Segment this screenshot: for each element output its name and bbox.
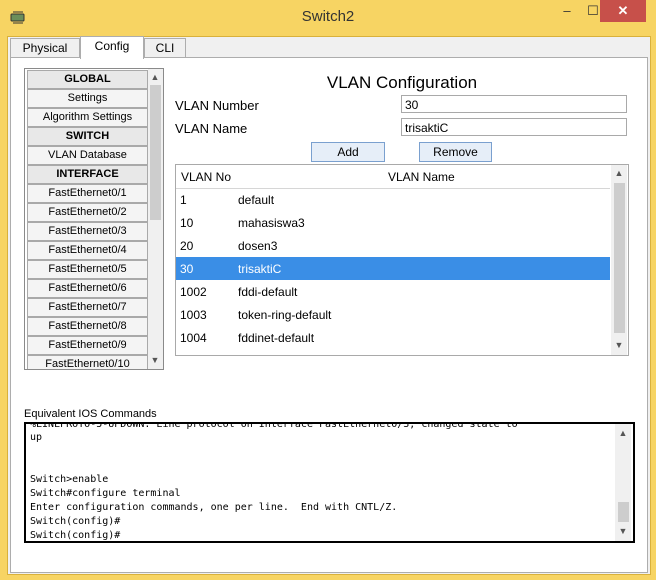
sidebar-item-settings[interactable]: Settings <box>27 89 148 108</box>
vlan-name-label: VLAN Name <box>175 121 248 136</box>
remove-button[interactable]: Remove <box>419 142 492 162</box>
vlan-no-cell: 10 <box>180 216 194 230</box>
vlan-table-scroll-thumb[interactable] <box>614 183 625 333</box>
vlan-name-cell: dosen3 <box>238 239 278 253</box>
console-scroll-thumb[interactable] <box>618 502 629 522</box>
vlan-name-cell: fddi-default <box>238 285 298 299</box>
vlan-number-label: VLAN Number <box>175 98 259 113</box>
sidebar-header-global: GLOBAL <box>27 70 148 89</box>
vlan-no-cell: 20 <box>180 239 194 253</box>
console-line: Switch#configure terminal <box>30 488 181 499</box>
close-button[interactable]: ✕ <box>600 0 646 22</box>
ios-commands-label: Equivalent IOS Commands <box>24 408 157 420</box>
console-line: %LINEPROTO-5-UPDOWN: Line protocol on In… <box>30 422 518 430</box>
scroll-up-icon[interactable]: ▲ <box>148 70 162 84</box>
tab-physical[interactable]: Physical <box>10 38 80 57</box>
vlan-config-title: VLAN Configuration <box>326 73 478 92</box>
console-line: up <box>30 432 43 443</box>
tab-config[interactable]: Config <box>80 36 144 59</box>
sidebar-scroll-thumb[interactable] <box>150 85 161 220</box>
console-line: Enter configuration commands, one per li… <box>30 502 398 513</box>
vlan-no-cell: 1004 <box>180 331 207 345</box>
vlan-table-header: VLAN No VLAN Name <box>176 165 610 189</box>
column-header-vlan-no[interactable]: VLAN No <box>181 170 231 184</box>
console-line: Switch>enable <box>30 474 109 485</box>
table-row[interactable]: 10 mahasiswa3 <box>176 211 610 234</box>
scroll-down-icon[interactable]: ▼ <box>612 338 626 352</box>
tab-cli[interactable]: CLI <box>144 38 186 57</box>
sidebar-item-fastethernet0-6[interactable]: FastEthernet0/6 <box>27 279 148 298</box>
vlan-no-cell: 1002 <box>180 285 207 299</box>
sidebar-item-fastethernet0-9[interactable]: FastEthernet0/9 <box>27 336 148 355</box>
sidebar-item-fastethernet0-4[interactable]: FastEthernet0/4 <box>27 241 148 260</box>
vlan-no-cell: 1003 <box>180 308 207 322</box>
config-panel: GLOBAL Settings Algorithm Settings SWITC… <box>10 57 648 573</box>
vlan-no-cell: 30 <box>180 262 194 276</box>
vlan-name-cell: mahasiswa3 <box>238 216 305 230</box>
console-line: Switch(config)# <box>30 516 121 527</box>
add-button[interactable]: Add <box>311 142 385 162</box>
column-header-vlan-name[interactable]: VLAN Name <box>388 170 455 184</box>
sidebar-item-fastethernet0-5[interactable]: FastEthernet0/5 <box>27 260 148 279</box>
vlan-name-field[interactable]: trisaktiC <box>401 118 627 136</box>
sidebar-header-switch: SWITCH <box>27 127 148 146</box>
console-line: Switch(config)# <box>30 530 121 541</box>
vlan-number-field[interactable]: 30 <box>401 95 627 113</box>
title-bar: Switch2 – ☐ ✕ <box>0 0 656 36</box>
table-row[interactable]: 1004 fddinet-default <box>176 326 610 349</box>
sidebar-item-fastethernet0-10[interactable]: FastEthernet0/10 <box>27 355 148 369</box>
sidebar-item-fastethernet0-7[interactable]: FastEthernet0/7 <box>27 298 148 317</box>
vlan-name-cell: fddinet-default <box>238 331 315 345</box>
console-scrollbar[interactable]: ▲ ▼ <box>615 424 631 541</box>
table-row[interactable]: 1002 fddi-default <box>176 280 610 303</box>
scroll-down-icon[interactable]: ▼ <box>616 524 630 538</box>
vlan-no-cell: 1 <box>180 193 187 207</box>
sidebar-header-interface: INTERFACE <box>27 165 148 184</box>
vlan-table-scrollbar[interactable]: ▲ ▼ <box>611 165 627 355</box>
sidebar-item-fastethernet0-3[interactable]: FastEthernet0/3 <box>27 222 148 241</box>
scroll-up-icon[interactable]: ▲ <box>616 426 630 440</box>
sidebar-item-fastethernet0-2[interactable]: FastEthernet0/2 <box>27 203 148 222</box>
sidebar-scrollbar[interactable]: ▲ ▼ <box>148 69 163 369</box>
vlan-name-cell: trisaktiC <box>238 262 282 276</box>
scroll-down-icon[interactable]: ▼ <box>148 353 162 367</box>
ios-console[interactable]: %LINEPROTO-5-UPDOWN: Line protocol on In… <box>24 422 635 543</box>
table-row[interactable]: 20 dosen3 <box>176 234 610 257</box>
window-client: Physical Config CLI GLOBAL Settings Algo… <box>7 36 651 575</box>
sidebar: GLOBAL Settings Algorithm Settings SWITC… <box>24 68 164 370</box>
sidebar-item-algorithm-settings[interactable]: Algorithm Settings <box>27 108 148 127</box>
scroll-up-icon[interactable]: ▲ <box>612 166 626 180</box>
vlan-table: VLAN No VLAN Name 1 default 10 mahasiswa… <box>175 164 629 356</box>
table-row[interactable]: 1003 token-ring-default <box>176 303 610 326</box>
table-row[interactable]: 1 default <box>176 188 610 211</box>
sidebar-item-fastethernet0-1[interactable]: FastEthernet0/1 <box>27 184 148 203</box>
vlan-name-cell: default <box>238 193 275 207</box>
table-row-selected[interactable]: 30 trisaktiC <box>176 257 610 280</box>
vlan-name-cell: token-ring-default <box>238 308 332 322</box>
sidebar-item-vlan-database[interactable]: VLAN Database <box>27 146 148 165</box>
sidebar-item-fastethernet0-8[interactable]: FastEthernet0/8 <box>27 317 148 336</box>
